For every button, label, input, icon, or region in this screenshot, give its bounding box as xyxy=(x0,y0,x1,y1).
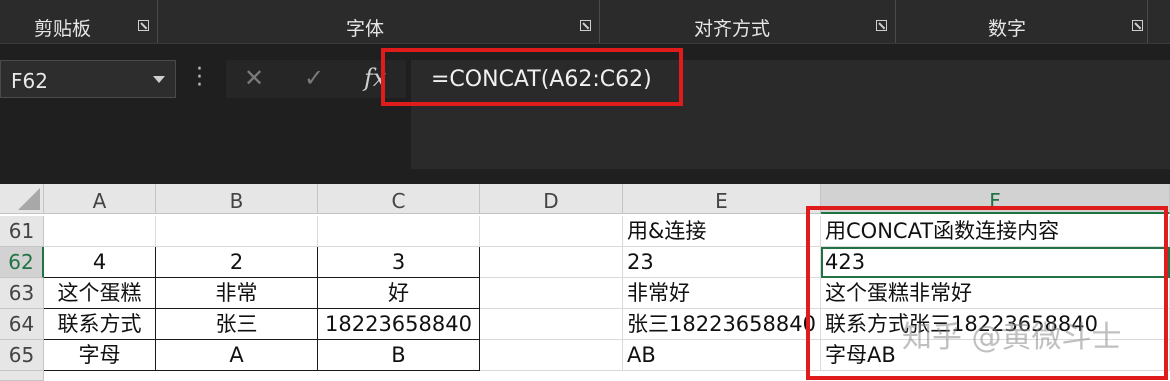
cell-a65[interactable]: 字母 xyxy=(44,340,156,371)
cell-c65[interactable]: B xyxy=(318,340,480,371)
cell-a61[interactable] xyxy=(44,216,156,247)
dialog-launcher-icon[interactable] xyxy=(580,20,591,31)
cell-d62[interactable] xyxy=(480,247,623,278)
cell-a62[interactable]: 4 xyxy=(44,247,156,278)
row-header-66[interactable] xyxy=(0,371,44,381)
cell-e62[interactable]: 23 xyxy=(623,247,821,278)
cell-b65[interactable]: A xyxy=(156,340,318,371)
column-header-c[interactable]: C xyxy=(318,184,480,214)
dialog-launcher-icon[interactable] xyxy=(138,20,149,31)
cell-c63[interactable]: 好 xyxy=(318,278,480,309)
ribbon-group-font: 字体 xyxy=(158,0,600,43)
cell-b62[interactable]: 2 xyxy=(156,247,318,278)
cell-b63[interactable]: 非常 xyxy=(156,278,318,309)
formula-buttons: ✕ ✓ fx xyxy=(226,60,406,98)
select-all-corner[interactable] xyxy=(0,184,44,214)
row-header-64[interactable]: 64 xyxy=(0,309,44,340)
ribbon-group-clipboard: 剪贴板 xyxy=(0,0,158,43)
cell-e65[interactable]: AB xyxy=(623,340,821,371)
cell-e61[interactable]: 用&连接 xyxy=(623,216,821,247)
ribbon-group-number: 数字 xyxy=(896,0,1148,43)
cell-b61[interactable] xyxy=(156,216,318,247)
ribbon-group-label: 数字 xyxy=(988,18,1027,40)
cell-c62[interactable]: 3 xyxy=(318,247,480,278)
row-header-63[interactable]: 63 xyxy=(0,278,44,309)
cell-c61[interactable] xyxy=(318,216,480,247)
column-header-d[interactable]: D xyxy=(480,184,623,214)
cell-d64[interactable] xyxy=(480,309,623,340)
cell-e63[interactable]: 非常好 xyxy=(623,278,821,309)
row-header-61[interactable]: 61 xyxy=(0,216,44,247)
row-header-62[interactable]: 62 xyxy=(0,247,44,278)
cell-d65[interactable] xyxy=(480,340,623,371)
cancel-x-icon[interactable]: ✕ xyxy=(244,64,264,92)
cell-d63[interactable] xyxy=(480,278,623,309)
ribbon-group-label: 对齐方式 xyxy=(694,18,771,40)
name-box-value: F62 xyxy=(11,69,48,93)
column-header-e[interactable]: E xyxy=(623,184,821,214)
ribbon-group-label: 字体 xyxy=(346,18,385,40)
ribbon-group-alignment: 对齐方式 xyxy=(600,0,896,43)
row-header-65[interactable]: 65 xyxy=(0,340,44,371)
cell-c64[interactable]: 18223658840 xyxy=(318,309,480,340)
ribbon-group-bar: 剪贴板 字体 对齐方式 数字 xyxy=(0,0,1170,44)
vertical-dots-icon[interactable]: · · · xyxy=(196,59,203,97)
cell-b64[interactable]: 张三 xyxy=(156,309,318,340)
highlight-box-formula xyxy=(381,48,683,106)
cell-a64[interactable]: 联系方式 xyxy=(44,309,156,340)
cell-e64[interactable]: 张三18223658840 xyxy=(623,309,821,340)
cell-d61[interactable] xyxy=(480,216,623,247)
dialog-launcher-icon[interactable] xyxy=(1132,20,1143,31)
highlight-box-results xyxy=(806,206,1168,380)
dialog-launcher-icon[interactable] xyxy=(876,20,887,31)
enter-check-icon[interactable]: ✓ xyxy=(304,64,324,92)
ribbon-group-label: 剪贴板 xyxy=(34,18,92,40)
column-header-a[interactable]: A xyxy=(44,184,156,214)
cell-a63[interactable]: 这个蛋糕 xyxy=(44,278,156,309)
chevron-down-icon[interactable] xyxy=(153,76,165,83)
column-header-b[interactable]: B xyxy=(156,184,318,214)
name-box[interactable]: F62 xyxy=(0,60,176,98)
